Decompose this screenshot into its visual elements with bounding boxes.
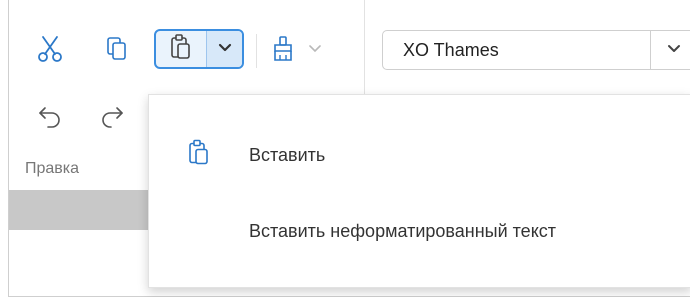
paste-button[interactable] xyxy=(156,31,207,67)
paste-dropdown-menu: Вставить Вставить неформатированный текс… xyxy=(148,94,690,288)
clipboard-icon xyxy=(169,33,193,66)
toolbar-separator xyxy=(256,34,257,68)
undo-button[interactable] xyxy=(33,98,67,132)
paint-brush-icon xyxy=(271,35,295,63)
font-family-select[interactable]: XO Thames xyxy=(382,30,690,70)
copy-button[interactable] xyxy=(100,32,134,66)
undo-icon xyxy=(37,102,63,128)
scissors-icon xyxy=(37,35,63,63)
chevron-down-icon xyxy=(309,45,321,53)
group-separator xyxy=(364,0,365,94)
redo-button[interactable] xyxy=(95,98,129,132)
copy-icon xyxy=(106,36,128,62)
paste-split-button[interactable] xyxy=(154,29,244,69)
menu-item-label: Вставить xyxy=(249,144,326,165)
chevron-down-icon xyxy=(218,40,232,58)
cut-button[interactable] xyxy=(33,32,67,66)
ribbon-footer-strip xyxy=(9,190,149,230)
menu-item-paste-unformatted[interactable]: Вставить неформатированный текст xyxy=(149,201,690,261)
menu-item-label: Вставить неформатированный текст xyxy=(249,220,557,241)
chevron-down-icon xyxy=(667,41,681,59)
menu-item-paste[interactable]: Вставить xyxy=(149,125,690,185)
font-family-value: XO Thames xyxy=(403,39,499,60)
group-label-edit: Правка xyxy=(25,160,80,177)
format-painter-dropdown[interactable] xyxy=(304,32,326,66)
font-family-dropdown[interactable] xyxy=(650,31,690,69)
redo-icon xyxy=(99,102,125,128)
clipboard-icon xyxy=(187,139,211,172)
paste-options-dropdown[interactable] xyxy=(207,31,242,67)
format-painter-button[interactable] xyxy=(266,32,300,66)
